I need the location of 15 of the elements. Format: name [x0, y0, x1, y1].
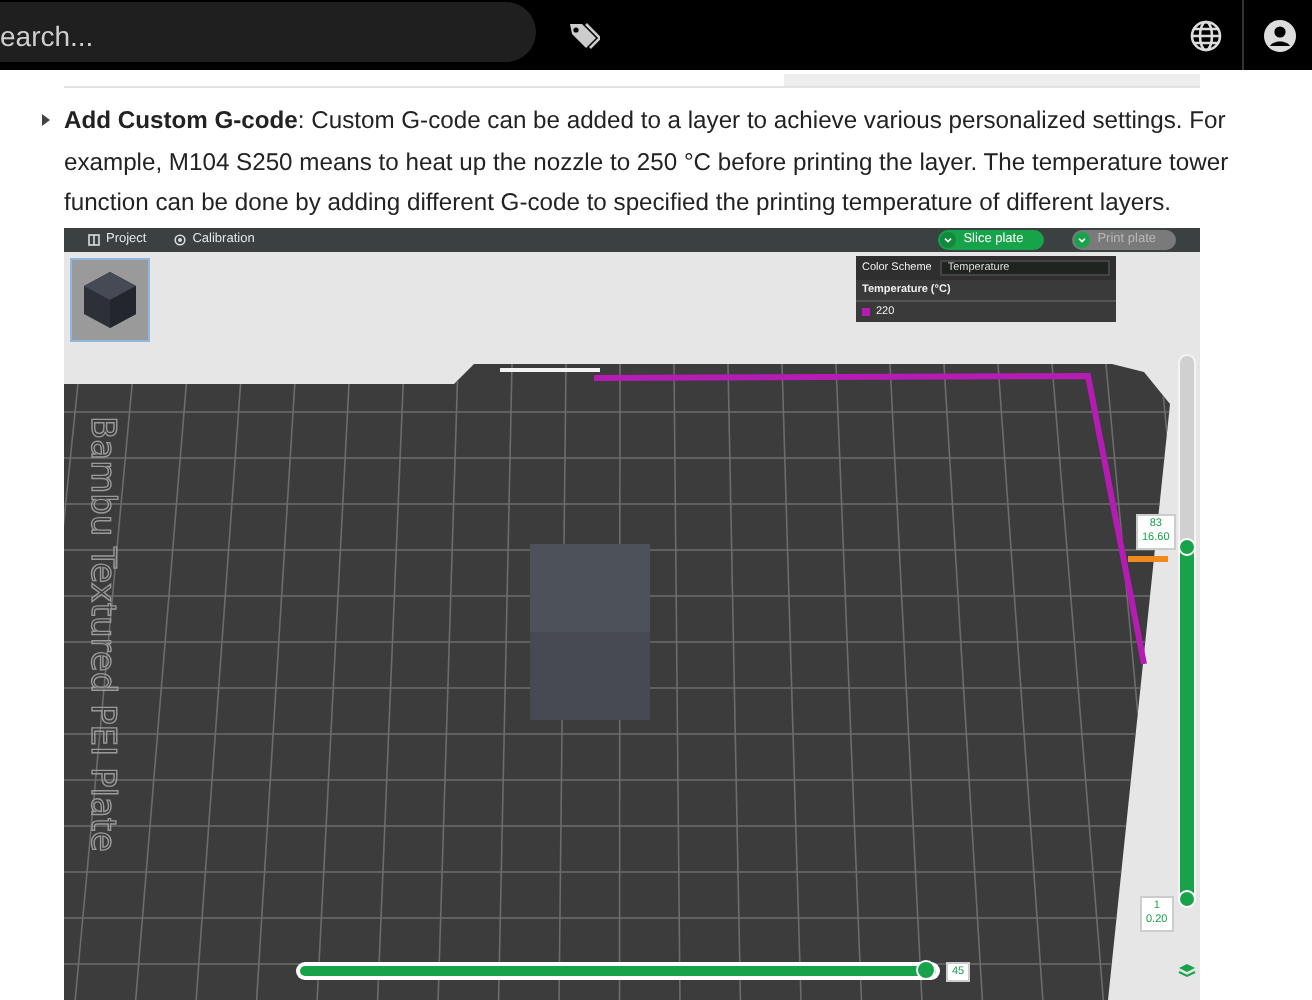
target-icon: [174, 233, 187, 245]
user-avatar-icon[interactable]: [1264, 19, 1296, 51]
chevron-icon: [1073, 231, 1090, 247]
globe-icon[interactable]: [1190, 19, 1222, 51]
marker-bar: [1128, 555, 1168, 561]
bullet-icon: [40, 114, 52, 126]
search-field[interactable]: earch...: [0, 1, 536, 61]
layers-icon[interactable]: [1178, 961, 1196, 979]
plate-thumbnail[interactable]: [70, 257, 150, 341]
plate-label: Bambu Textured PEI Plate: [82, 415, 122, 851]
chevron-icon: [939, 231, 956, 247]
tags-icon[interactable]: [568, 21, 600, 49]
panel-icon: [88, 233, 100, 245]
layer-slider[interactable]: [1180, 355, 1194, 899]
paragraph: Add Custom G-code: Custom G-code can be added to a layer to achieve various personalized settings. For example, M104 S250 means to heat up the nozzle to 250 °C before printing the layer. The temperature tower function can be done by adding different G-code to specified the printing temperature of different layers.: [64, 104, 1231, 220]
